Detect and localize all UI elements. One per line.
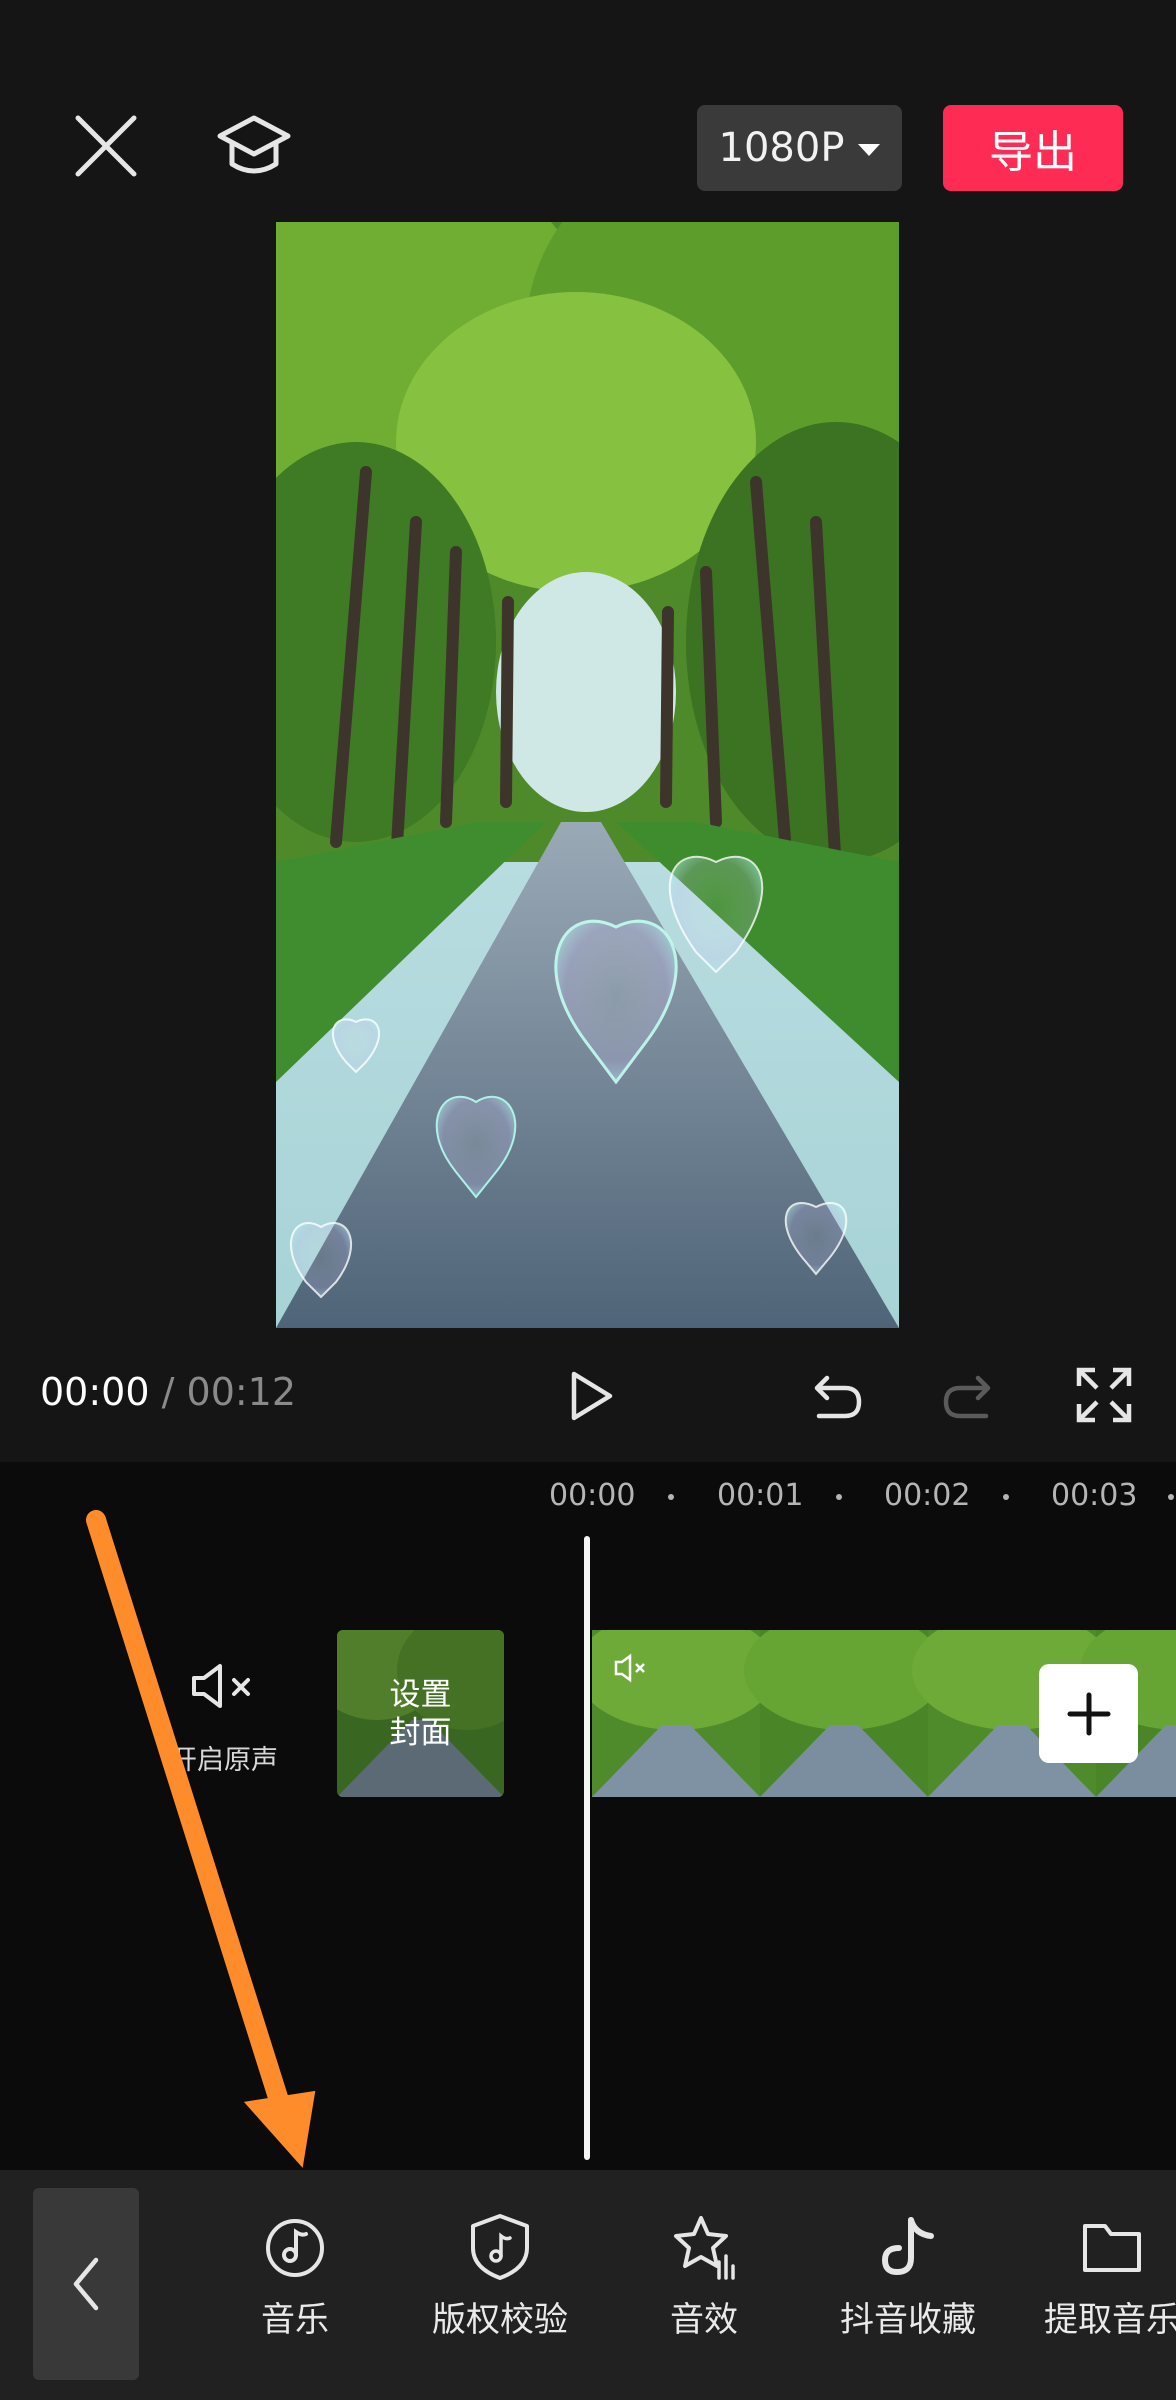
toolbar-item-label: 提取音乐 xyxy=(1044,2300,1176,2340)
folder-icon xyxy=(1083,2224,1141,2272)
play-icon[interactable] xyxy=(560,1366,620,1426)
add-clip-button[interactable] xyxy=(1039,1664,1138,1763)
timeline-dot xyxy=(1003,1494,1009,1500)
timeline-tick: 00:00 xyxy=(549,1478,636,1513)
resolution-dropdown[interactable]: 1080P xyxy=(697,105,902,191)
playhead[interactable] xyxy=(584,1536,590,2160)
star-sound-icon xyxy=(674,2216,735,2280)
toolbar-item-douyin-favorites[interactable]: 抖音收藏 xyxy=(818,2212,998,2341)
timeline-dot xyxy=(836,1494,842,1500)
time-display: 00:00 / 00:12 xyxy=(40,1370,296,1414)
time-separator: / xyxy=(161,1370,175,1414)
timeline-dot xyxy=(668,1494,674,1500)
graduation-cap-icon[interactable] xyxy=(214,110,294,186)
total-time: 00:12 xyxy=(186,1370,297,1414)
toolbar-item-sound-effects[interactable]: 音效 xyxy=(614,2212,794,2341)
fullscreen-icon[interactable] xyxy=(1075,1366,1133,1424)
video-preview[interactable] xyxy=(276,222,899,1328)
chevron-down-icon xyxy=(858,144,881,156)
speaker-mute-icon[interactable] xyxy=(188,1660,258,1712)
track-frame xyxy=(744,1630,944,1797)
timeline-tick: 00:03 xyxy=(1051,1478,1138,1513)
toolbar-item-label: 抖音收藏 xyxy=(840,2300,976,2340)
toolbar-item-music[interactable]: 音乐 xyxy=(205,2212,385,2341)
export-button[interactable]: 导出 xyxy=(943,105,1123,191)
back-button[interactable] xyxy=(33,2188,139,2380)
toolbar-item-label: 版权校验 xyxy=(432,2300,568,2340)
timeline-tick: 00:01 xyxy=(717,1478,804,1513)
plus-icon xyxy=(1067,1692,1110,1735)
current-time: 00:00 xyxy=(40,1370,150,1414)
set-cover-line2: 封面 xyxy=(389,1714,452,1751)
toolbar-item-label: 音乐 xyxy=(261,2300,329,2340)
set-cover-label: 设置 封面 xyxy=(337,1630,504,1797)
undo-icon[interactable] xyxy=(805,1366,865,1426)
resolution-label: 1080P xyxy=(718,125,845,171)
douyin-icon xyxy=(881,2217,934,2276)
timeline-tick: 00:02 xyxy=(884,1478,971,1513)
music-disc-icon xyxy=(266,2219,324,2277)
redo-icon[interactable] xyxy=(940,1366,1000,1426)
shield-music-icon xyxy=(471,2214,529,2280)
timeline-dot xyxy=(1168,1494,1174,1500)
toolbar-item-label: 音效 xyxy=(670,2300,738,2340)
close-icon[interactable] xyxy=(72,112,140,180)
original-sound-label[interactable]: 开启原声 xyxy=(170,1738,290,1777)
toolbar-item-extract-music[interactable]: 提取音乐 xyxy=(1022,2212,1176,2341)
set-cover-button[interactable]: 设置 封面 xyxy=(337,1630,504,1797)
chevron-left-icon xyxy=(73,2257,99,2311)
set-cover-line1: 设置 xyxy=(389,1676,452,1713)
toolbar-item-copyright-check[interactable]: 版权校验 xyxy=(410,2212,590,2341)
